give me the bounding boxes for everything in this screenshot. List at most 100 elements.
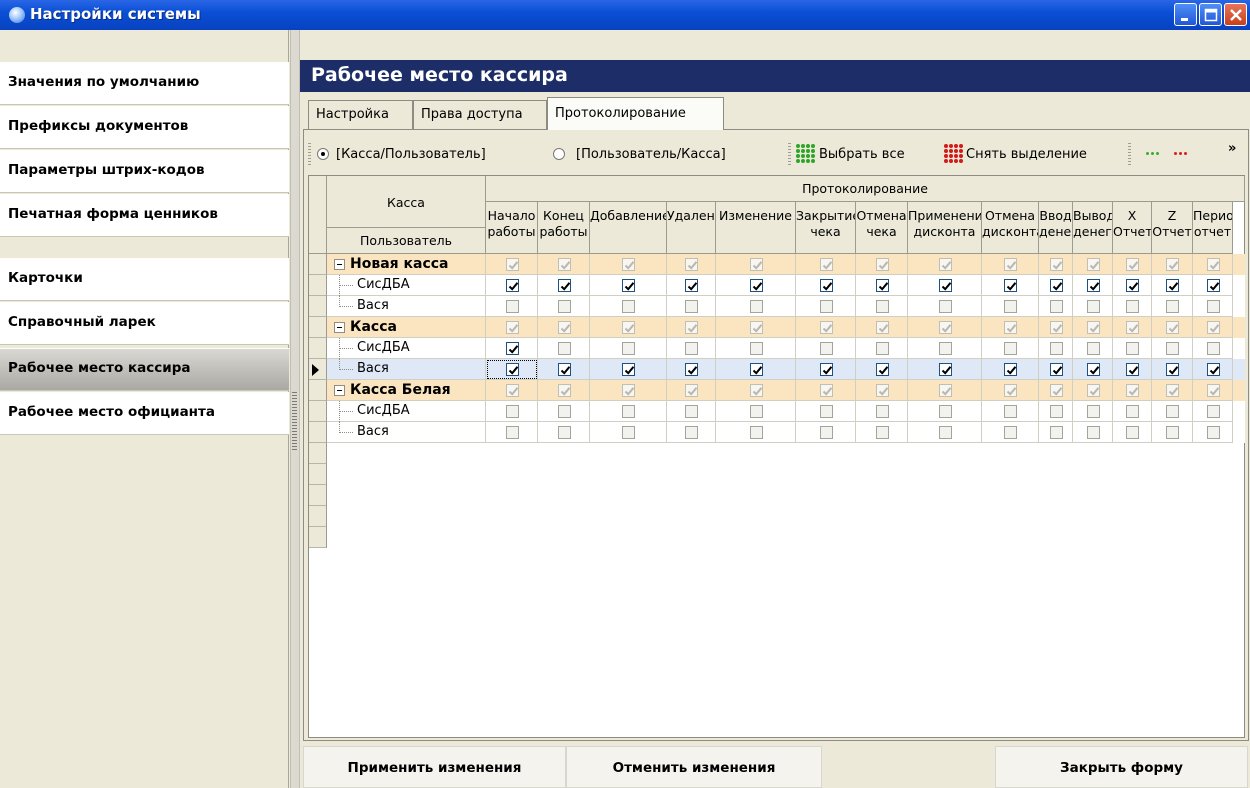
- tab-logging[interactable]: Протоколирование: [547, 97, 724, 130]
- log-checkbox[interactable]: [506, 300, 519, 313]
- log-checkbox[interactable]: [820, 300, 833, 313]
- log-checkbox[interactable]: [1126, 426, 1139, 439]
- log-checkbox[interactable]: [750, 321, 763, 334]
- log-checkbox[interactable]: [1050, 321, 1063, 334]
- log-checkbox[interactable]: [1004, 258, 1017, 271]
- log-checkbox[interactable]: [939, 300, 952, 313]
- select-all-icon[interactable]: [796, 144, 818, 164]
- log-checkbox[interactable]: [558, 279, 571, 292]
- log-checkbox[interactable]: [1004, 363, 1017, 376]
- log-checkbox[interactable]: [506, 258, 519, 271]
- log-checkbox[interactable]: [939, 384, 952, 397]
- column-header-4[interactable]: Изменение: [716, 202, 796, 254]
- log-checkbox[interactable]: [1004, 342, 1017, 355]
- log-checkbox[interactable]: [939, 426, 952, 439]
- log-checkbox[interactable]: [506, 342, 519, 355]
- log-checkbox[interactable]: [876, 258, 889, 271]
- log-checkbox[interactable]: [1207, 426, 1220, 439]
- log-checkbox[interactable]: [820, 342, 833, 355]
- log-checkbox[interactable]: [1050, 258, 1063, 271]
- log-checkbox[interactable]: [506, 405, 519, 418]
- log-checkbox[interactable]: [1087, 300, 1100, 313]
- log-checkbox[interactable]: [1207, 342, 1220, 355]
- log-checkbox[interactable]: [685, 405, 698, 418]
- log-checkbox[interactable]: [820, 426, 833, 439]
- log-checkbox[interactable]: [1087, 321, 1100, 334]
- column-header-0[interactable]: Начало работы: [486, 202, 538, 254]
- log-checkbox[interactable]: [876, 342, 889, 355]
- log-checkbox[interactable]: [685, 279, 698, 292]
- log-checkbox[interactable]: [1126, 342, 1139, 355]
- log-checkbox[interactable]: [1087, 405, 1100, 418]
- log-checkbox[interactable]: [876, 300, 889, 313]
- log-checkbox[interactable]: [1004, 300, 1017, 313]
- log-checkbox[interactable]: [876, 384, 889, 397]
- log-checkbox[interactable]: [876, 363, 889, 376]
- log-checkbox[interactable]: [1166, 426, 1179, 439]
- log-checkbox[interactable]: [820, 321, 833, 334]
- log-checkbox[interactable]: [1166, 321, 1179, 334]
- column-header-2[interactable]: Добавление: [590, 202, 667, 254]
- column-header-11[interactable]: X Отчет: [1113, 202, 1152, 254]
- log-checkbox[interactable]: [1087, 342, 1100, 355]
- log-checkbox[interactable]: [939, 258, 952, 271]
- collapse-all-icon[interactable]: [1174, 150, 1194, 158]
- log-checkbox[interactable]: [750, 426, 763, 439]
- expander-minus-icon[interactable]: [334, 259, 345, 270]
- log-checkbox[interactable]: [1126, 258, 1139, 271]
- log-checkbox[interactable]: [939, 405, 952, 418]
- log-checkbox[interactable]: [558, 384, 571, 397]
- log-checkbox[interactable]: [750, 258, 763, 271]
- maximize-button[interactable]: [1199, 3, 1222, 26]
- log-checkbox[interactable]: [1207, 384, 1220, 397]
- log-checkbox[interactable]: [1050, 405, 1063, 418]
- log-checkbox[interactable]: [1166, 258, 1179, 271]
- log-checkbox[interactable]: [820, 363, 833, 376]
- log-checkbox[interactable]: [1207, 363, 1220, 376]
- nav-item-6[interactable]: Рабочее место кассира: [0, 348, 289, 391]
- log-checkbox[interactable]: [750, 384, 763, 397]
- log-checkbox[interactable]: [1207, 258, 1220, 271]
- log-checkbox[interactable]: [1004, 321, 1017, 334]
- select-all-button[interactable]: Выбрать все: [819, 147, 905, 162]
- log-checkbox[interactable]: [876, 321, 889, 334]
- log-checkbox[interactable]: [558, 300, 571, 313]
- log-checkbox[interactable]: [506, 384, 519, 397]
- log-checkbox[interactable]: [1087, 363, 1100, 376]
- log-checkbox[interactable]: [1126, 300, 1139, 313]
- log-checkbox[interactable]: [820, 258, 833, 271]
- log-checkbox[interactable]: [558, 321, 571, 334]
- log-checkbox[interactable]: [1207, 300, 1220, 313]
- log-checkbox[interactable]: [1126, 384, 1139, 397]
- nav-item-3[interactable]: Печатная форма ценников: [0, 194, 289, 237]
- log-checkbox[interactable]: [1126, 405, 1139, 418]
- column-header-3[interactable]: Удаление: [667, 202, 716, 254]
- log-checkbox[interactable]: [622, 384, 635, 397]
- log-checkbox[interactable]: [1087, 426, 1100, 439]
- log-checkbox[interactable]: [1004, 405, 1017, 418]
- log-checkbox[interactable]: [622, 363, 635, 376]
- log-checkbox[interactable]: [558, 342, 571, 355]
- deselect-button[interactable]: Снять выделение: [966, 147, 1087, 162]
- deselect-icon[interactable]: [944, 144, 966, 164]
- log-checkbox[interactable]: [622, 300, 635, 313]
- expander-minus-icon[interactable]: [334, 385, 345, 396]
- log-checkbox[interactable]: [1087, 258, 1100, 271]
- nav-item-5[interactable]: Справочный ларек: [0, 302, 289, 345]
- column-header-9[interactable]: Вводденег: [1039, 202, 1073, 254]
- log-checkbox[interactable]: [506, 363, 519, 376]
- minimize-button[interactable]: [1174, 3, 1197, 26]
- log-checkbox[interactable]: [558, 405, 571, 418]
- log-checkbox[interactable]: [558, 426, 571, 439]
- log-checkbox[interactable]: [506, 321, 519, 334]
- log-checkbox[interactable]: [876, 405, 889, 418]
- expand-all-icon[interactable]: [1146, 150, 1166, 158]
- column-header-6[interactable]: Отмена чека: [856, 202, 908, 254]
- cancel-changes-button[interactable]: Отменить изменения: [566, 746, 822, 788]
- log-checkbox[interactable]: [622, 405, 635, 418]
- log-checkbox[interactable]: [1087, 279, 1100, 292]
- log-checkbox[interactable]: [685, 384, 698, 397]
- log-checkbox[interactable]: [685, 258, 698, 271]
- column-header-5[interactable]: Закрытие чека: [796, 202, 856, 254]
- log-checkbox[interactable]: [939, 279, 952, 292]
